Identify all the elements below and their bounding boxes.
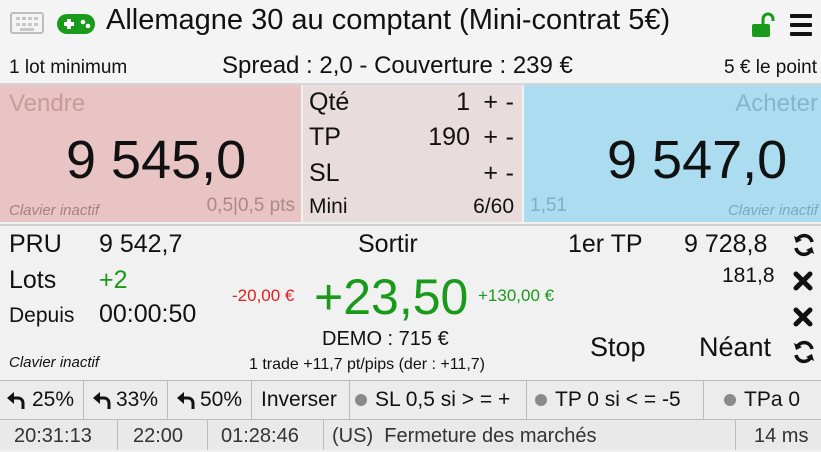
tpa-button[interactable]: TPa 0 [704,381,821,419]
status-bar: 20:31:13 22:00 01:28:46 (US) Fermeture d… [0,420,821,450]
gamepad-icon[interactable] [56,12,96,41]
tp-minus-button[interactable]: - [506,123,514,152]
market-close-time: 22:00 [118,420,208,450]
menu-icon[interactable] [790,14,812,41]
invert-button[interactable]: Inverser [252,381,350,419]
mini-label: Mini [309,195,348,218]
market-region: (US) [332,425,374,447]
sell-price: 9 545,0 [66,130,247,190]
qty-label: Qté [309,88,350,116]
buy-panel[interactable]: Acheter 9 547,0 1,51 Clavier inactif [524,85,821,222]
refresh-tp-icon[interactable] [792,233,816,262]
tp-plus-button[interactable]: + [483,123,498,152]
position-keyboard-status: Clavier inactif [9,354,100,371]
close-33-button[interactable]: 33% [84,381,168,419]
since-label: Depuis [9,304,75,327]
stop-value: Néant [699,332,772,362]
first-tp-label: 1er TP [568,230,643,258]
keyboard-icon[interactable] [10,12,44,34]
close-tp-icon[interactable] [792,270,814,297]
buy-extra-value: 1,51 [530,195,567,216]
qty-plus-button[interactable]: + [483,88,498,117]
sell-label: Vendre [9,90,86,117]
buy-keyboard-status: Clavier inactif [727,202,818,219]
stop-label: Stop [590,332,646,362]
pnl-low: -20,00 € [232,286,295,305]
sl-plus-button[interactable]: + [483,159,498,188]
sell-keyboard-status: Clavier inactif [9,202,100,219]
first-tp-distance: 181,8 [722,264,775,287]
lots-value: +2 [99,266,128,294]
tp-rule-button[interactable]: TP 0 si < = -5 [527,381,704,419]
tpa-status-dot [724,394,736,407]
pru-label: PRU [9,230,62,258]
sell-spread-points: 0,5|0,5 pts [206,195,295,216]
sell-panel[interactable]: Vendre 9 545,0 Clavier inactif 0,5|0,5 p… [0,85,301,222]
pnl-value: +23,50 [314,269,469,325]
spread-text: Spread : 2,0 - Couverture : 239 € [222,52,573,79]
qty-minus-button[interactable]: - [506,88,514,117]
close-stop-icon[interactable] [792,306,814,333]
countdown-timer: 01:28:46 [208,420,324,450]
qty-value: 1 [456,88,470,116]
min-lot-text: 1 lot minimum [9,57,128,78]
demo-balance: DEMO : 715 € [322,328,449,350]
pnl-high: +130,00 € [478,286,555,305]
exit-button[interactable]: Sortir [358,230,418,259]
title-bar: Allemagne 30 au comptant (Mini-contrat 5… [0,0,821,50]
action-button-row: 25% 33% 50% Inverser SL 0,5 si > = + TP … [0,380,821,420]
sl-rule-status-dot [355,394,367,407]
sl-rule-button[interactable]: SL 0,5 si > = + [350,381,527,419]
order-settings-panel: Qté 1 + - TP 190 + - SL + - Mini 6/60 [303,85,522,222]
mini-value: 6/60 [473,195,514,218]
buy-label: Acheter [735,90,818,117]
position-panel: PRU 9 542,7 Lots +2 Depuis 00:00:50 Clav… [0,224,821,380]
close-50-button[interactable]: 50% [168,381,252,419]
current-time: 20:31:13 [0,420,118,450]
market-status: (US) Fermeture des marchés [324,420,736,450]
since-value: 00:00:50 [99,300,197,328]
tp-value: 190 [428,123,470,151]
undo-arrow-icon [177,392,195,409]
undo-arrow-icon [7,392,25,409]
undo-arrow-icon [93,392,111,409]
market-status-text: Fermeture des marchés [384,425,597,447]
unlock-icon[interactable] [750,12,776,43]
buy-price: 9 547,0 [607,130,788,190]
refresh-stop-icon[interactable] [792,340,816,369]
sl-minus-button[interactable]: - [506,159,514,188]
instrument-title: Allemagne 30 au comptant (Mini-contrat 5… [106,4,671,36]
point-value-text: 5 € le point [724,57,817,78]
instrument-info-bar: 1 lot minimum Spread : 2,0 - Couverture … [0,50,821,85]
sl-label: SL [309,159,340,187]
latency: 14 ms [754,425,809,447]
first-tp-value: 9 728,8 [684,230,768,258]
close-25-button[interactable]: 25% [0,381,84,419]
tp-rule-status-dot [535,394,547,407]
tp-label: TP [309,123,341,151]
trade-summary: 1 trade +11,7 pt/pips (der : +11,7) [249,356,485,373]
pru-value: 9 542,7 [99,230,183,258]
lots-label: Lots [9,266,57,294]
